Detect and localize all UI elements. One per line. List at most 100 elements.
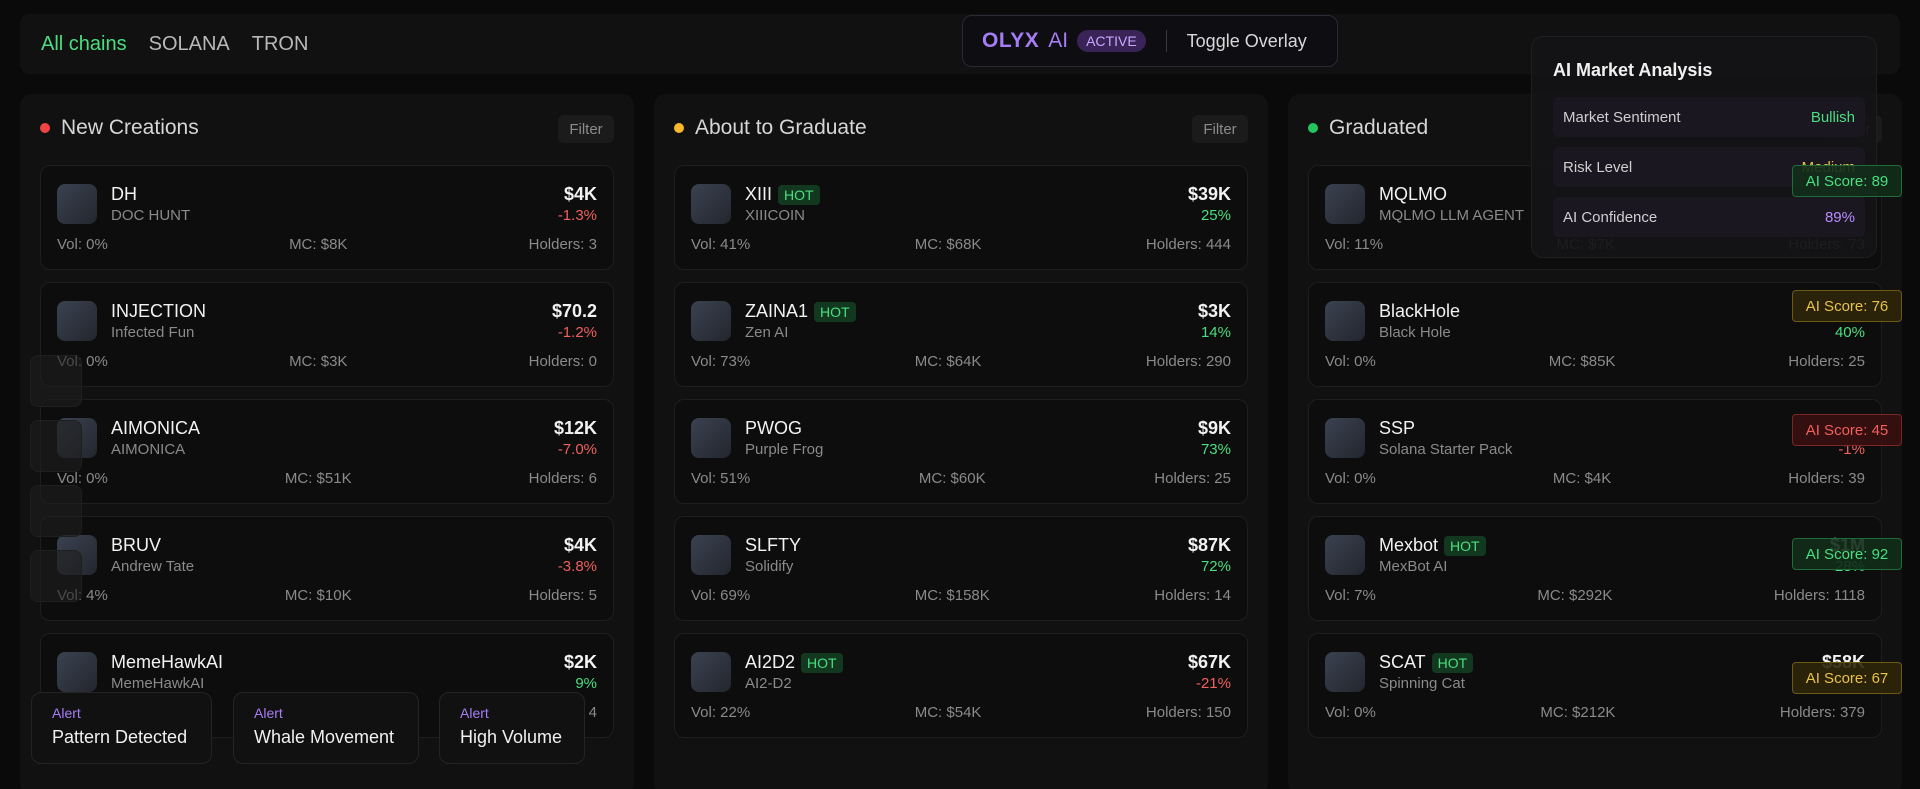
token-name-row: MemeHawkAI [111, 652, 223, 673]
ai-panel-title: AI Market Analysis [1553, 60, 1713, 80]
token-market-cap: MC: $68K [914, 236, 982, 253]
token-price: $87K [1187, 535, 1231, 555]
token-change: 73% [1200, 441, 1231, 458]
token-market-cap: MC: $292K [1537, 587, 1613, 604]
token-change: -21% [1195, 675, 1231, 692]
token-card[interactable]: SLFTY Solidify $87K 72% Vol: 69% MC: $15… [674, 516, 1248, 621]
token-subtitle: Spinning Cat [1379, 675, 1465, 692]
token-market-cap: MC: $85K [1548, 353, 1616, 370]
token-holders: Holders: 25 [1788, 353, 1865, 370]
token-market-cap: MC: $64K [914, 353, 982, 370]
ai-score-badge: AI Score: 92 [1792, 538, 1902, 570]
token-card[interactable]: ZAINA1 HOT Zen AI $3K 14% Vol: 73% MC: $… [674, 282, 1248, 387]
token-market-cap: MC: $212K [1540, 704, 1616, 721]
token-subtitle: Zen AI [745, 324, 789, 341]
token-stats: Vol: 0% MC: $8K Holders: 3 [57, 236, 597, 253]
alert-title: Pattern Detected [52, 727, 188, 747]
token-volume: Vol: 0% [1325, 704, 1376, 721]
token-card[interactable]: XIII HOT XIIICOIN $39K 25% Vol: 41% MC: … [674, 165, 1248, 270]
token-card[interactable]: INJECTION Infected Fun $70.2 -1.2% Vol: … [40, 282, 614, 387]
chain-tron[interactable]: TRON [252, 33, 309, 56]
token-name: AIMONICA [111, 418, 201, 438]
token-name: Mexbot [1379, 535, 1439, 555]
token-change: -1.2% [557, 324, 597, 341]
column-title: About to Graduate [695, 116, 867, 139]
token-stats: Vol: 0% MC: $85K Holders: 25 [1325, 353, 1865, 370]
token-market-cap: MC: $60K [918, 470, 986, 487]
token-market-cap: MC: $51K [284, 470, 352, 487]
token-volume: Vol: 7% [1325, 587, 1376, 604]
token-stats: Vol: 22% MC: $54K Holders: 150 [691, 704, 1231, 721]
token-subtitle: Solana Starter Pack [1379, 441, 1513, 458]
token-name: ZAINA1 [745, 301, 809, 321]
token-volume: Vol: 0% [57, 236, 108, 253]
chain-solana[interactable]: SOLANA [149, 33, 230, 56]
olyx-brand: OLYX [982, 29, 1040, 52]
column-title: New Creations [61, 116, 199, 139]
token-price: $70.2 [551, 301, 597, 321]
token-stats: Vol: 4% MC: $10K Holders: 5 [57, 587, 597, 604]
token-card[interactable]: AIMONICA AIMONICA $12K -7.0% Vol: 0% MC:… [40, 399, 614, 504]
toggle-overlay-button[interactable]: Toggle Overlay [1187, 31, 1307, 52]
ai-score-badge: AI Score: 76 [1792, 290, 1902, 322]
token-market-cap: MC: $8K [289, 236, 348, 253]
alert-toast[interactable]: Alert Whale Movement [233, 692, 419, 764]
token-subtitle: DOC HUNT [111, 207, 191, 224]
token-holders: Holders: 25 [1154, 470, 1231, 487]
token-name: SLFTY [745, 535, 802, 555]
sidebar-ghost-tile[interactable] [30, 420, 82, 472]
alert-title: High Volume [460, 727, 563, 747]
sidebar-ghost-tile[interactable] [30, 355, 82, 407]
token-name-row: MQLMO [1379, 184, 1447, 205]
token-volume: Vol: 22% [691, 704, 751, 721]
ai-score-badge: AI Score: 89 [1792, 165, 1902, 197]
alert-toast[interactable]: Alert High Volume [439, 692, 585, 764]
token-change: 72% [1200, 558, 1231, 575]
column-header: New Creations [40, 116, 199, 140]
sidebar-ghost-tile[interactable] [30, 485, 82, 537]
token-holders: Holders: 290 [1145, 353, 1231, 370]
chain-all[interactable]: All chains [41, 33, 127, 56]
alert-toast[interactable]: Alert Pattern Detected [31, 692, 212, 764]
ai-row-value: 89% [1824, 208, 1855, 226]
token-avatar [691, 652, 731, 692]
token-card[interactable]: DH DOC HUNT $4K -1.3% Vol: 0% MC: $8K Ho… [40, 165, 614, 270]
token-holders: Holders: 5 [528, 587, 597, 604]
token-subtitle: MexBot AI [1379, 558, 1448, 575]
token-avatar [691, 535, 731, 575]
token-name: BlackHole [1379, 301, 1461, 321]
token-avatar [1325, 184, 1365, 224]
status-dot [674, 123, 684, 133]
token-name-row: BRUV [111, 535, 161, 556]
token-card[interactable]: BRUV Andrew Tate $4K -3.8% Vol: 4% MC: $… [40, 516, 614, 621]
token-subtitle: AI2-D2 [745, 675, 792, 692]
sidebar-ghost-tile[interactable] [30, 550, 82, 602]
token-name-row: DH [111, 184, 137, 205]
token-price: $2K [563, 652, 597, 672]
token-volume: Vol: 11% [1325, 236, 1384, 253]
token-stats: Vol: 0% MC: $51K Holders: 6 [57, 470, 597, 487]
token-name: DH [111, 184, 137, 204]
token-stats: Vol: 7% MC: $292K Holders: 1118 [1325, 587, 1865, 604]
token-price: $67K [1187, 652, 1231, 672]
alert-tag: Alert [52, 705, 81, 721]
token-name-row: SSP [1379, 418, 1415, 439]
token-stats: Vol: 0% MC: $3K Holders: 0 [57, 353, 597, 370]
filter-button[interactable]: Filter [1192, 115, 1248, 143]
filter-button[interactable]: Filter [558, 115, 614, 143]
token-card[interactable]: PWOG Purple Frog $9K 73% Vol: 51% MC: $6… [674, 399, 1248, 504]
ai-row-label: Risk Level [1563, 158, 1633, 176]
ai-market-analysis-panel: AI Market Analysis Market Sentiment Bull… [1531, 36, 1877, 258]
token-subtitle: Purple Frog [745, 441, 824, 458]
token-price: $12K [553, 418, 597, 438]
token-name: XIII [745, 184, 773, 204]
token-subtitle: Andrew Tate [111, 558, 195, 575]
token-card[interactable]: AI2D2 HOT AI2-D2 $67K -21% Vol: 22% MC: … [674, 633, 1248, 738]
hot-badge: HOT [1444, 535, 1486, 556]
token-name-row: AIMONICA [111, 418, 200, 439]
token-volume: Vol: 69% [691, 587, 751, 604]
token-stats: Vol: 0% MC: $4K Holders: 39 [1325, 470, 1865, 487]
token-stats: Vol: 51% MC: $60K Holders: 25 [691, 470, 1231, 487]
token-change: -7.0% [557, 441, 597, 458]
token-change: -1.3% [557, 207, 597, 224]
